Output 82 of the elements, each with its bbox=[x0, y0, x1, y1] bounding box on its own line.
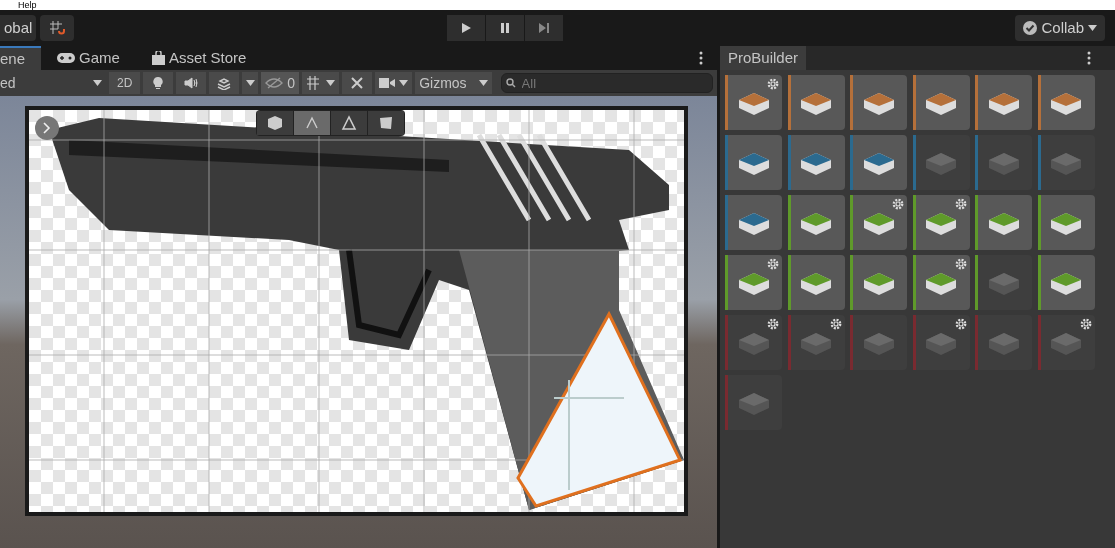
caret-icon bbox=[245, 80, 255, 86]
layers-dropdown[interactable] bbox=[242, 72, 259, 94]
edit-mode-button[interactable] bbox=[257, 111, 293, 135]
gear-icon bbox=[954, 318, 967, 330]
tool-button[interactable] bbox=[975, 75, 1032, 130]
lightbulb-icon bbox=[151, 76, 166, 90]
more-icon[interactable] bbox=[1087, 51, 1091, 65]
layers-button[interactable] bbox=[209, 72, 240, 94]
gear-icon bbox=[767, 78, 779, 90]
gear-icon bbox=[892, 198, 904, 210]
probuilder-tab[interactable]: ProBuilder bbox=[720, 46, 807, 70]
check-icon bbox=[1023, 21, 1038, 35]
speaker-button[interactable] bbox=[176, 72, 207, 94]
caret-icon bbox=[326, 80, 336, 86]
panel-tab[interactable]: Asset Store bbox=[135, 46, 263, 70]
edit-mode-button[interactable] bbox=[331, 111, 367, 135]
snap-button[interactable] bbox=[40, 15, 75, 41]
face-icon bbox=[378, 115, 394, 131]
edit-mode-button[interactable] bbox=[294, 111, 330, 135]
gear-icon bbox=[954, 198, 967, 210]
gamepad-icon bbox=[57, 53, 76, 63]
tool-button[interactable] bbox=[912, 195, 970, 250]
panel-tab[interactable]: ene bbox=[0, 46, 42, 70]
collab-button[interactable]: Collab bbox=[1015, 15, 1105, 41]
2d-toggle[interactable]: 2D bbox=[109, 72, 141, 94]
menu-item[interactable]: Help bbox=[18, 1, 37, 10]
tool-button[interactable] bbox=[725, 75, 782, 130]
caret-icon bbox=[399, 80, 409, 86]
tool-button[interactable] bbox=[912, 255, 970, 310]
pause-icon bbox=[499, 22, 511, 34]
tool-button[interactable] bbox=[1037, 195, 1095, 250]
tool-button[interactable] bbox=[725, 195, 782, 250]
tool-button[interactable] bbox=[1037, 255, 1095, 310]
search-field[interactable]: All bbox=[500, 73, 713, 93]
search-icon bbox=[505, 78, 518, 88]
tool-button[interactable] bbox=[787, 75, 845, 130]
step-icon bbox=[538, 22, 550, 34]
shopping-bag-icon bbox=[151, 51, 165, 65]
tool-button[interactable] bbox=[725, 135, 782, 190]
tool-button[interactable] bbox=[787, 135, 845, 190]
camera-button[interactable] bbox=[375, 72, 413, 94]
gear-icon bbox=[767, 318, 779, 330]
play-icon bbox=[460, 22, 472, 34]
tool-button[interactable] bbox=[787, 195, 845, 250]
camera-icon bbox=[379, 77, 396, 89]
caret-icon bbox=[1088, 25, 1097, 31]
cube-icon bbox=[267, 115, 283, 131]
panel-tab[interactable]: Game bbox=[41, 46, 136, 70]
tool-button[interactable] bbox=[850, 135, 907, 190]
play-button[interactable] bbox=[447, 15, 485, 41]
pivot-button[interactable]: obal bbox=[0, 15, 37, 41]
chevron-icon bbox=[43, 122, 51, 134]
tool-button[interactable] bbox=[787, 255, 845, 310]
tools-icon bbox=[350, 76, 365, 90]
caret-icon bbox=[478, 80, 488, 86]
tool-button[interactable] bbox=[1037, 75, 1095, 130]
pause-button[interactable] bbox=[486, 15, 524, 41]
grid-button[interactable] bbox=[302, 72, 340, 94]
tool-button[interactable] bbox=[725, 255, 782, 310]
visibility-toggle[interactable]: 0 bbox=[261, 72, 300, 94]
grid-magnet-icon bbox=[49, 20, 66, 36]
gear-icon bbox=[829, 318, 842, 330]
edit-mode-button[interactable] bbox=[368, 111, 404, 135]
lightbulb-button[interactable] bbox=[143, 72, 174, 94]
tool-button[interactable] bbox=[850, 75, 907, 130]
gear-icon bbox=[767, 258, 779, 270]
step-button[interactable] bbox=[525, 15, 563, 41]
gear-icon bbox=[1079, 318, 1092, 330]
more-icon[interactable] bbox=[699, 51, 703, 65]
vertex-icon bbox=[304, 115, 320, 131]
speaker-icon bbox=[184, 76, 199, 90]
edge-icon bbox=[341, 115, 357, 131]
tool-button[interactable] bbox=[850, 195, 907, 250]
tool-button[interactable] bbox=[912, 75, 970, 130]
caret-icon bbox=[93, 80, 102, 86]
gear-icon bbox=[954, 258, 967, 270]
tool-button[interactable] bbox=[850, 255, 907, 310]
tools-button[interactable] bbox=[342, 72, 373, 94]
hidden-eye-icon bbox=[265, 77, 284, 89]
layers-icon bbox=[217, 76, 232, 90]
tool-button[interactable] bbox=[975, 195, 1032, 250]
gizmos-dropdown[interactable]: Gizmos bbox=[415, 72, 492, 94]
